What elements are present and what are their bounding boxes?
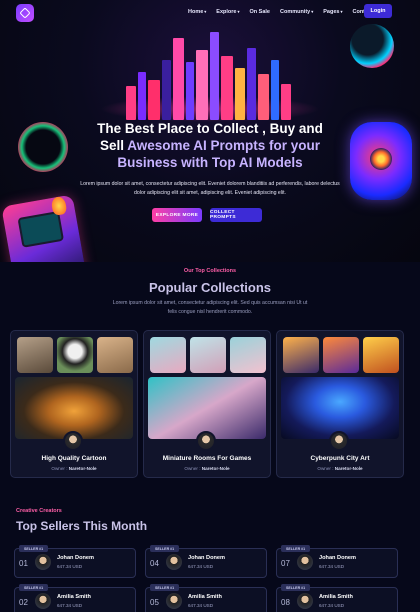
arcade-machine-image: [1, 194, 87, 262]
hero-title-line-2: Sell Awesome AI Prompts for your: [0, 137, 420, 154]
seller-rank: 05: [150, 598, 159, 607]
collections-title: Popular Collections: [148, 280, 272, 295]
hero-title-sell: Sell: [99, 138, 124, 153]
seller-tag: SELLER #1: [281, 584, 311, 591]
avatar[interactable]: [297, 554, 313, 570]
hero-title-highlight: Awesome AI Prompts for your: [127, 138, 321, 153]
seller-card[interactable]: SELLER #1 08 Amilia Smith 647.34 USD: [276, 584, 398, 612]
seller-tag: SELLER #1: [281, 545, 311, 552]
collection-thumb[interactable]: [363, 337, 399, 373]
avatar[interactable]: [297, 593, 313, 609]
collection-thumb[interactable]: [323, 337, 359, 373]
collections-description: Lorem ipsum dolor sit amet, consectetur …: [112, 300, 308, 315]
explore-more-button[interactable]: EXPLORE MORE: [152, 208, 202, 222]
seller-tag: SELLER #1: [150, 584, 180, 591]
nav-item-community[interactable]: Community▾: [280, 9, 313, 15]
seller-card[interactable]: SELLER #1 07 Johan Donem 647.34 USD: [276, 545, 398, 578]
hero-section: The Best Place to Collect , Buy and Sell…: [0, 0, 420, 262]
collection-main-image[interactable]: [148, 377, 266, 439]
avatar[interactable]: [35, 593, 51, 609]
avatar[interactable]: [35, 554, 51, 570]
sellers-title: Top Sellers This Month: [16, 519, 148, 533]
avatar[interactable]: [166, 554, 182, 570]
seller-card[interactable]: SELLER #1 01 Johan Donem 647.34 USD: [14, 545, 136, 578]
hero-title-line-3: Business with Top AI Models: [117, 155, 303, 170]
collection-thumb[interactable]: [230, 337, 266, 373]
collection-title[interactable]: Cyberpunk City Art: [277, 455, 403, 462]
seller-amount: 647.34 USD: [188, 564, 214, 569]
collection-main-image[interactable]: [281, 377, 399, 439]
avatar[interactable]: [166, 593, 182, 609]
chevron-down-icon: ▾: [204, 9, 207, 14]
chevron-down-icon: ▾: [340, 9, 343, 14]
seller-name[interactable]: Amilia Smith: [188, 594, 222, 600]
collection-thumb[interactable]: [283, 337, 319, 373]
collection-owner: Owner : Naretor-Nole: [184, 466, 230, 471]
chevron-down-icon: ▾: [237, 9, 240, 14]
arcade-screen: [17, 210, 65, 248]
seller-rank: 04: [150, 559, 159, 568]
neon-city-image: [118, 30, 298, 120]
collection-thumb[interactable]: [17, 337, 53, 373]
seller-rank: 07: [281, 559, 290, 568]
logo-icon[interactable]: [16, 4, 34, 22]
seller-amount: 647.34 USD: [319, 603, 345, 608]
main-menu: Home▾ Explore▾ On Sale Community▾ Pages▾…: [188, 9, 373, 15]
collection-title[interactable]: High Quality Cartoon: [11, 455, 137, 462]
seller-card[interactable]: SELLER #1 02 Amilia Smith 647.34 USD: [14, 584, 136, 612]
seller-name[interactable]: Amilia Smith: [57, 594, 91, 600]
seller-rank: 08: [281, 598, 290, 607]
collection-card[interactable]: Cyberpunk City Art Owner : Naretor-Nole: [276, 330, 404, 478]
avatar[interactable]: [196, 431, 216, 451]
sellers-kicker: Creative Creators: [16, 508, 62, 514]
nav-item-home[interactable]: Home▾: [188, 9, 206, 15]
seller-tag: SELLER #1: [150, 545, 180, 552]
collection-thumb[interactable]: [97, 337, 133, 373]
seller-rank: 01: [19, 559, 28, 568]
seller-amount: 647.34 USD: [319, 564, 345, 569]
collection-main-image[interactable]: [15, 377, 133, 439]
neon-orb-image: [350, 24, 394, 68]
nav-item-on-sale[interactable]: On Sale: [250, 9, 270, 15]
seller-name[interactable]: Amilia Smith: [319, 594, 353, 600]
collection-owner: Owner : Naretor-Nole: [51, 466, 97, 471]
seller-tag: SELLER #1: [19, 545, 49, 552]
collection-card[interactable]: High Quality Cartoon Owner : Naretor-Nol…: [10, 330, 138, 478]
top-nav: Home▾ Explore▾ On Sale Community▾ Pages▾…: [0, 0, 420, 26]
seller-rank: 02: [19, 598, 28, 607]
collection-thumb[interactable]: [57, 337, 93, 373]
hero-subtitle: Lorem ipsum dolor sit amet, consectetur …: [80, 181, 340, 196]
collection-card[interactable]: Miniature Rooms For Games Owner : Nareto…: [143, 330, 271, 478]
seller-card[interactable]: SELLER #1 04 Johan Donem 647.34 USD: [145, 545, 267, 578]
seller-amount: 647.34 USD: [188, 603, 214, 608]
login-button[interactable]: Login: [364, 4, 392, 18]
chevron-down-icon: ▾: [311, 9, 314, 14]
seller-name[interactable]: Johan Donem: [188, 555, 225, 561]
collection-owner: Owner : Naretor-Nole: [317, 466, 363, 471]
seller-card[interactable]: SELLER #1 05 Amilia Smith 647.34 USD: [145, 584, 267, 612]
seller-amount: 647.34 USD: [57, 564, 83, 569]
seller-tag: SELLER #1: [19, 584, 49, 591]
seller-amount: 647.34 USD: [57, 603, 83, 608]
collection-thumb[interactable]: [150, 337, 186, 373]
collection-title[interactable]: Miniature Rooms For Games: [144, 455, 270, 462]
nav-item-pages[interactable]: Pages▾: [323, 9, 342, 15]
collect-prompts-button[interactable]: COLLECT PROMPTS: [210, 208, 262, 222]
collection-thumb[interactable]: [190, 337, 226, 373]
collections-kicker: Our Top Collections: [183, 268, 237, 274]
avatar[interactable]: [329, 431, 349, 451]
hero-title-line-1: The Best Place to Collect , Buy and: [97, 121, 323, 136]
seller-name[interactable]: Johan Donem: [57, 555, 94, 561]
seller-name[interactable]: Johan Donem: [319, 555, 356, 561]
avatar[interactable]: [63, 431, 83, 451]
nav-item-explore[interactable]: Explore▾: [216, 9, 239, 15]
